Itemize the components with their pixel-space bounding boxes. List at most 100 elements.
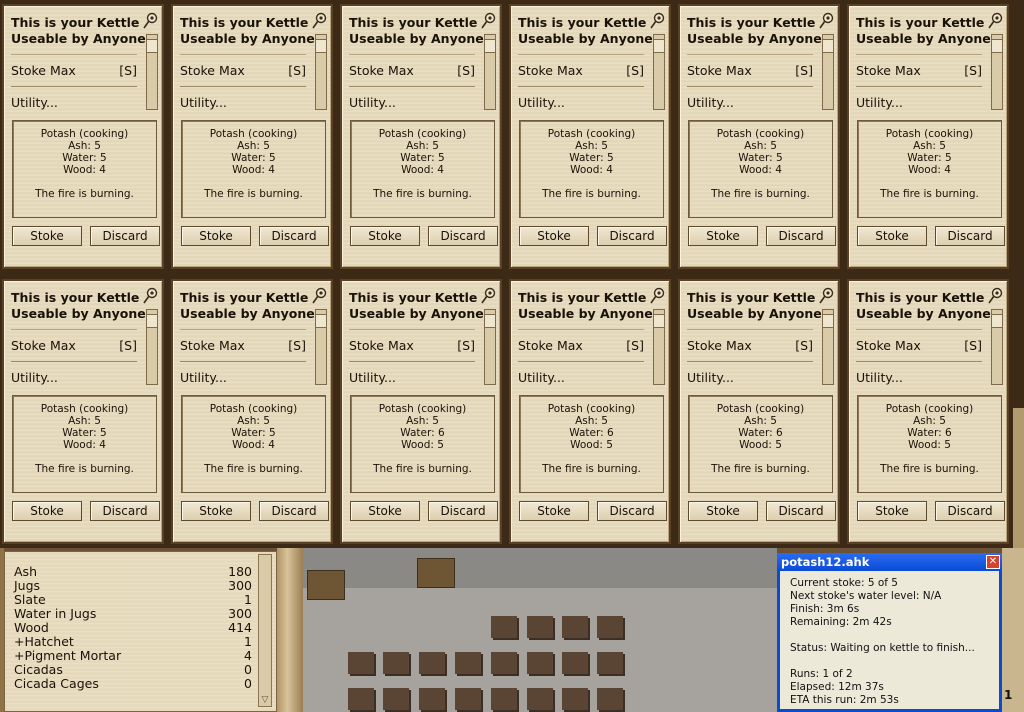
stoke-max-menu-item[interactable]: Stoke Max [S] [349,338,475,353]
scroll-down-arrow-icon[interactable]: ▽ [259,694,271,706]
pushpin-icon[interactable] [649,12,665,30]
scroll-thumb[interactable] [147,39,157,53]
scroll-thumb[interactable] [823,39,833,53]
discard-button[interactable]: Discard [428,501,498,521]
utility-menu-item[interactable]: Utility... [518,95,565,110]
discard-button[interactable]: Discard [766,226,836,246]
kettle-scrollbar[interactable] [146,34,158,110]
stoke-button[interactable]: Stoke [12,501,82,521]
pushpin-icon[interactable] [142,12,158,30]
pushpin-icon[interactable] [818,287,834,305]
pushpin-icon[interactable] [311,287,327,305]
scroll-thumb[interactable] [992,39,1002,53]
kettle-scrollbar[interactable] [315,34,327,110]
utility-menu-item[interactable]: Utility... [856,95,903,110]
pushpin-icon[interactable] [480,12,496,30]
inventory-item[interactable]: Slate 1 [14,593,252,607]
pushpin-icon[interactable] [987,12,1003,30]
stoke-button[interactable]: Stoke [857,501,927,521]
utility-menu-item[interactable]: Utility... [687,370,734,385]
inventory-item[interactable]: Water in Jugs 300 [14,607,252,621]
utility-menu-item[interactable]: Utility... [11,95,58,110]
stoke-max-menu-item[interactable]: Stoke Max [S] [11,338,137,353]
stoke-max-menu-item[interactable]: Stoke Max [S] [687,338,813,353]
utility-menu-item[interactable]: Utility... [349,370,396,385]
stoke-button[interactable]: Stoke [857,226,927,246]
utility-menu-item[interactable]: Utility... [11,370,58,385]
stoke-button[interactable]: Stoke [688,501,758,521]
kettle-scrollbar[interactable] [146,309,158,385]
kettle-scrollbar[interactable] [822,309,834,385]
stoke-max-menu-item[interactable]: Stoke Max [S] [856,63,982,78]
close-icon[interactable]: ✕ [986,555,1000,569]
stoke-max-menu-item[interactable]: Stoke Max [S] [687,63,813,78]
stoke-button[interactable]: Stoke [519,501,589,521]
pushpin-icon[interactable] [987,287,1003,305]
utility-menu-item[interactable]: Utility... [856,370,903,385]
stoke-max-menu-item[interactable]: Stoke Max [S] [518,63,644,78]
discard-button[interactable]: Discard [766,501,836,521]
scroll-thumb[interactable] [316,314,326,328]
discard-button[interactable]: Discard [90,501,160,521]
inventory-item[interactable]: +Hatchet 1 [14,635,252,649]
discard-button[interactable]: Discard [935,501,1005,521]
inventory-item[interactable]: +Pigment Mortar 4 [14,649,252,663]
inventory-item[interactable]: Cicada Cages 0 [14,677,252,691]
stoke-button[interactable]: Stoke [350,226,420,246]
scroll-thumb[interactable] [992,314,1002,328]
kettle-scrollbar[interactable] [991,34,1003,110]
pushpin-icon[interactable] [142,287,158,305]
inventory-item[interactable]: Wood 414 [14,621,252,635]
kettle-scrollbar[interactable] [484,309,496,385]
pushpin-icon[interactable] [818,12,834,30]
kettle-scrollbar[interactable] [315,309,327,385]
stoke-button[interactable]: Stoke [181,501,251,521]
kettle-scrollbar[interactable] [822,34,834,110]
world-table[interactable] [417,558,455,588]
discard-button[interactable]: Discard [935,226,1005,246]
inventory-scrollbar[interactable]: ▽ [258,554,272,707]
discard-button[interactable]: Discard [90,226,160,246]
kettle-scrollbar[interactable] [653,34,665,110]
stoke-button[interactable]: Stoke [12,226,82,246]
scroll-thumb[interactable] [485,39,495,53]
stoke-max-menu-item[interactable]: Stoke Max [S] [856,338,982,353]
kettle-scrollbar[interactable] [991,309,1003,385]
stoke-button[interactable]: Stoke [688,226,758,246]
world-table[interactable] [307,570,345,600]
inventory-item[interactable]: Ash 180 [14,565,252,579]
inventory-item[interactable]: Cicadas 0 [14,663,252,677]
scroll-thumb[interactable] [316,39,326,53]
utility-menu-item[interactable]: Utility... [349,95,396,110]
pushpin-icon[interactable] [480,287,496,305]
pushpin-icon[interactable] [311,12,327,30]
ahk-window-title[interactable]: potash12.ahk ✕ [777,553,1002,571]
pushpin-icon[interactable] [649,287,665,305]
stoke-max-menu-item[interactable]: Stoke Max [S] [180,338,306,353]
side-widgets[interactable] [1013,408,1024,548]
scroll-thumb[interactable] [654,314,664,328]
scroll-thumb[interactable] [654,39,664,53]
stoke-max-menu-item[interactable]: Stoke Max [S] [349,63,475,78]
kettle-scrollbar[interactable] [653,309,665,385]
utility-menu-item[interactable]: Utility... [180,95,227,110]
inventory-item[interactable]: Jugs 300 [14,579,252,593]
stoke-max-menu-item[interactable]: Stoke Max [S] [518,338,644,353]
utility-menu-item[interactable]: Utility... [518,370,565,385]
stoke-max-menu-item[interactable]: Stoke Max [S] [180,63,306,78]
discard-button[interactable]: Discard [597,226,667,246]
scroll-thumb[interactable] [147,314,157,328]
game-world-view[interactable] [303,548,777,712]
utility-menu-item[interactable]: Utility... [687,95,734,110]
discard-button[interactable]: Discard [259,226,329,246]
utility-menu-item[interactable]: Utility... [180,370,227,385]
stoke-button[interactable]: Stoke [350,501,420,521]
discard-button[interactable]: Discard [428,226,498,246]
discard-button[interactable]: Discard [259,501,329,521]
discard-button[interactable]: Discard [597,501,667,521]
stoke-max-menu-item[interactable]: Stoke Max [S] [11,63,137,78]
scroll-thumb[interactable] [485,314,495,328]
scroll-thumb[interactable] [823,314,833,328]
kettle-scrollbar[interactable] [484,34,496,110]
stoke-button[interactable]: Stoke [181,226,251,246]
